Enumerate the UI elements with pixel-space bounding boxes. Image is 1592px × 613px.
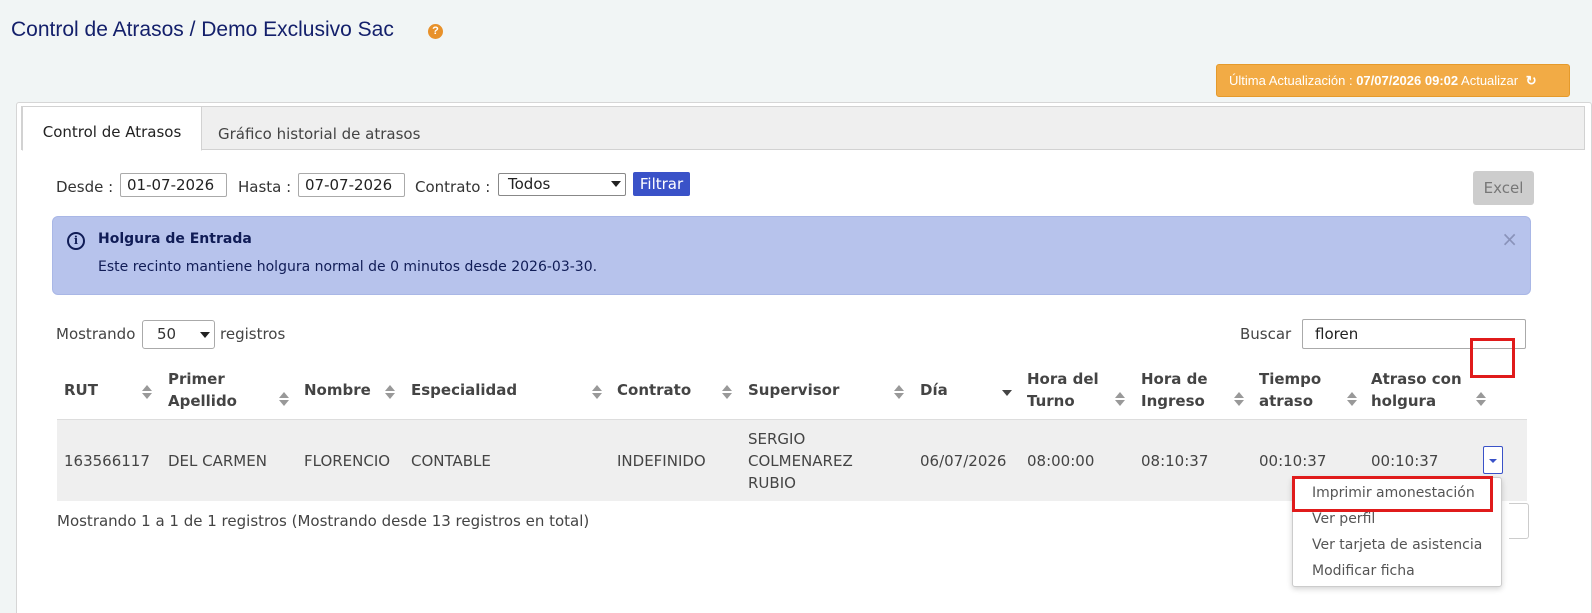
tab-bar: Control de Atrasos Gráfico historial de … <box>21 106 1585 151</box>
col-header-atraso-holgura[interactable]: Atraso con holgura <box>1371 368 1462 412</box>
col-header-especialidad[interactable]: Especialidad <box>411 379 517 401</box>
col-header-hora-turno[interactable]: Hora del Turno <box>1027 368 1099 412</box>
refresh-icon: ↻ <box>1525 73 1537 88</box>
col-header-label: Día <box>920 381 948 399</box>
cell-dia: 06/07/2026 <box>920 452 1007 470</box>
page-size-select[interactable]: 50 <box>142 320 215 349</box>
contrato-select-value: Todos <box>508 175 551 193</box>
menu-item-ver-tarjeta-asistencia[interactable]: Ver tarjeta de asistencia <box>1312 537 1482 553</box>
col-header-label: atraso <box>1259 392 1314 410</box>
cell-rut: 163566117 <box>64 452 150 470</box>
highlight-box-menu-item <box>1292 476 1493 512</box>
desde-label: Desde : <box>56 178 114 196</box>
table-info: Mostrando 1 a 1 de 1 registros (Mostrand… <box>57 512 590 530</box>
col-header-hora-ingreso[interactable]: Hora de Ingreso <box>1141 368 1208 412</box>
last-update-datetime: 07/07/2026 09:02 <box>1356 73 1459 88</box>
excel-button[interactable]: Excel <box>1473 171 1534 205</box>
search-label: Buscar <box>1240 325 1292 343</box>
alert-text: Este recinto mantiene holgura normal de … <box>98 259 598 275</box>
last-update-label: Última Actualización : <box>1229 73 1353 88</box>
showing-label: Mostrando <box>56 325 136 343</box>
col-header-label: holgura <box>1371 392 1437 410</box>
col-header-label: Contrato <box>617 381 692 399</box>
col-header-label: Tiempo <box>1259 370 1322 388</box>
hasta-label: Hasta : <box>238 178 292 196</box>
col-header-label: Supervisor <box>748 381 840 399</box>
highlight-box-dropdown <box>1470 338 1515 378</box>
page-title: Control de Atrasos / Demo Exclusivo Sac <box>11 18 394 41</box>
cell-hora-ingreso: 08:10:37 <box>1141 452 1209 470</box>
supervisor-line: SERGIO <box>748 430 806 448</box>
contrato-select[interactable]: Todos <box>498 173 626 196</box>
cell-nombre: FLORENCIO <box>304 452 391 470</box>
menu-item-ver-perfil[interactable]: Ver perfil <box>1312 511 1375 527</box>
col-header-label: Primer <box>168 370 225 388</box>
col-header-nombre[interactable]: Nombre <box>304 379 371 401</box>
help-icon[interactable]: ? <box>428 24 443 39</box>
cell-atraso-holgura: 00:10:37 <box>1371 452 1439 470</box>
alert-title: Holgura de Entrada <box>98 231 252 247</box>
col-header-supervisor[interactable]: Supervisor <box>748 379 839 401</box>
cell-supervisor: SERGIO COLMENAREZ RUBIO <box>748 428 853 494</box>
sort-desc-icon[interactable] <box>1002 390 1012 396</box>
col-header-label: RUT <box>64 381 98 399</box>
tab-control-atrasos[interactable]: Control de Atrasos <box>22 106 202 151</box>
pagination[interactable] <box>1509 503 1529 539</box>
supervisor-line: RUBIO <box>748 474 796 492</box>
col-header-label: Hora del <box>1027 370 1099 388</box>
col-header-label: Atraso con <box>1371 370 1462 388</box>
col-header-primer-apellido[interactable]: Primer Apellido <box>168 368 237 412</box>
chevron-down-icon <box>611 181 621 187</box>
col-header-label: Turno <box>1027 392 1075 410</box>
supervisor-line: COLMENAREZ <box>748 452 853 470</box>
cell-tiempo-atraso: 00:10:37 <box>1259 452 1327 470</box>
info-circle-icon: i <box>67 232 85 250</box>
cell-hora-turno: 08:00:00 <box>1027 452 1095 470</box>
cell-contrato: INDEFINIDO <box>617 452 706 470</box>
col-header-tiempo-atraso[interactable]: Tiempo atraso <box>1259 368 1321 412</box>
records-label: registros <box>220 325 286 343</box>
col-header-rut[interactable]: RUT <box>64 379 98 401</box>
cell-primer-apellido: DEL CARMEN <box>168 452 267 470</box>
menu-item-modificar-ficha[interactable]: Modificar ficha <box>1312 563 1415 579</box>
col-header-label: Ingreso <box>1141 392 1205 410</box>
chevron-down-icon <box>200 332 210 338</box>
col-header-label: Hora de <box>1141 370 1208 388</box>
refresh-button[interactable]: Última Actualización : 07/07/2026 09:02 … <box>1216 64 1570 97</box>
close-icon[interactable]: × <box>1501 229 1518 249</box>
contrato-label: Contrato : <box>415 178 491 196</box>
col-header-label: Apellido <box>168 392 237 410</box>
col-header-label: Nombre <box>304 381 371 399</box>
col-header-dia[interactable]: Día <box>920 379 948 401</box>
hasta-input[interactable]: 07-07-2026 <box>298 173 405 197</box>
filter-button[interactable]: Filtrar <box>633 172 690 196</box>
row-actions-dropdown-button[interactable] <box>1483 446 1503 474</box>
col-header-label: Especialidad <box>411 381 518 399</box>
desde-input[interactable]: 01-07-2026 <box>120 173 227 197</box>
refresh-label: Actualizar <box>1461 73 1519 88</box>
col-header-contrato[interactable]: Contrato <box>617 379 691 401</box>
holgura-alert: i Holgura de Entrada Este recinto mantie… <box>52 216 1531 295</box>
page-size-value: 50 <box>157 325 177 343</box>
tab-grafico-historial[interactable]: Gráfico historial de atrasos <box>218 111 420 151</box>
cell-especialidad: CONTABLE <box>411 452 491 470</box>
